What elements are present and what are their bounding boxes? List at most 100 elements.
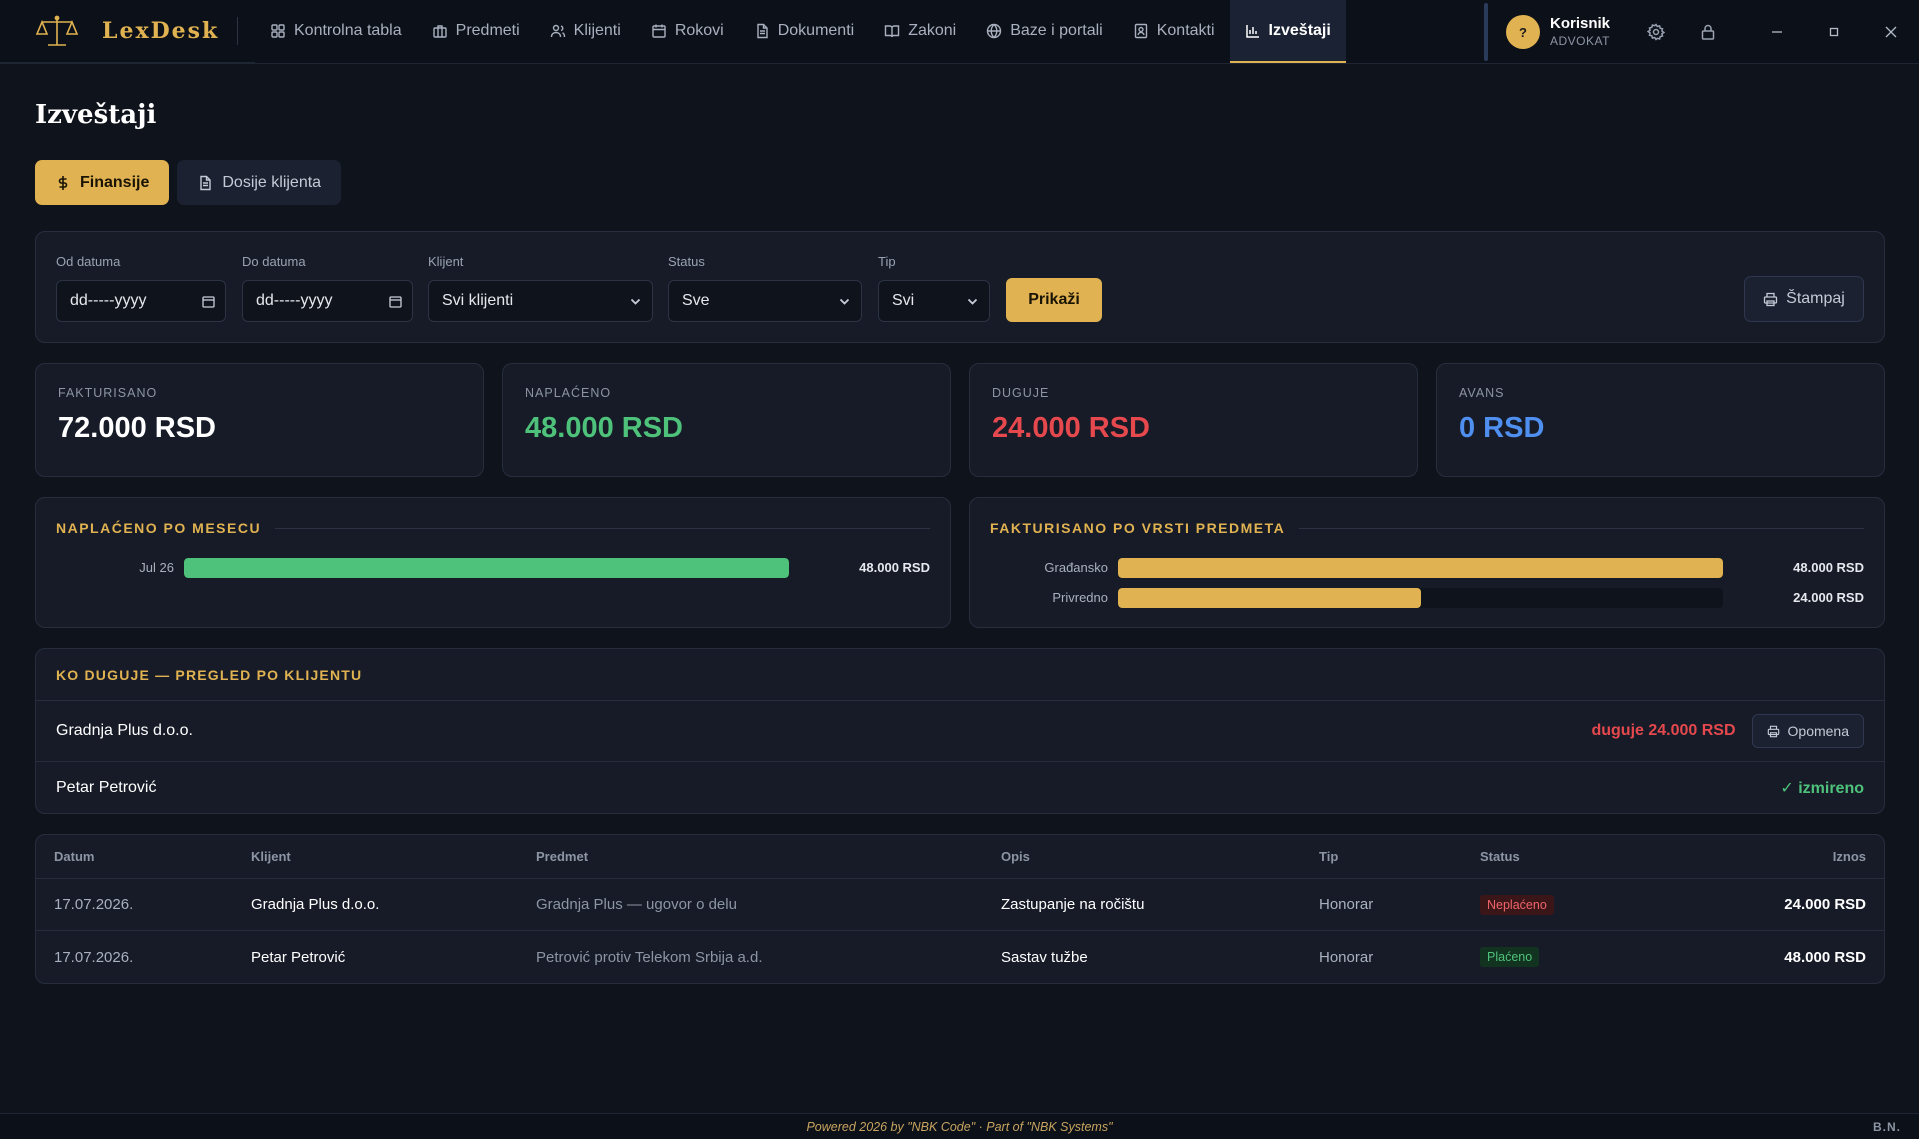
page-title: Izveštaji bbox=[35, 100, 157, 130]
cell-client: Gradnja Plus d.o.o. bbox=[251, 896, 380, 913]
bar bbox=[184, 558, 789, 578]
table-header: Datum Klijent Predmet Opis Tip Status Iz… bbox=[36, 835, 1884, 879]
stat-label: DUGUJE bbox=[992, 386, 1050, 400]
cell-type: Honorar bbox=[1319, 896, 1374, 913]
nav-clients[interactable]: Klijenti bbox=[535, 0, 636, 63]
brand-name: LexDesk bbox=[102, 18, 220, 44]
nav-contacts[interactable]: Kontakti bbox=[1118, 0, 1230, 63]
to-date-input[interactable]: dd-----yyyy bbox=[242, 280, 413, 322]
report-tabs: Finansije Dosije klijenta bbox=[35, 160, 1885, 205]
bar-category-label: Jul 26 bbox=[139, 560, 174, 575]
from-date-field: Od datuma dd-----yyyy bbox=[56, 254, 226, 322]
chevron-down-icon bbox=[967, 298, 978, 305]
column-header[interactable]: Tip bbox=[1319, 849, 1480, 864]
user-menu[interactable]: ? Korisnik ADVOKAT bbox=[1506, 15, 1630, 49]
nav-label: Dokumenti bbox=[777, 21, 855, 39]
print-button[interactable]: Štampaj bbox=[1744, 276, 1864, 322]
status-badge: Plaćeno bbox=[1480, 947, 1540, 967]
lock-button[interactable] bbox=[1682, 6, 1734, 58]
cell-date: 17.07.2026. bbox=[54, 948, 134, 966]
bar-row: Privredno 24.000 RSD bbox=[970, 588, 1884, 608]
column-header[interactable]: Datum bbox=[54, 849, 251, 864]
bar-category-label: Građansko bbox=[1044, 560, 1108, 575]
nav-reports[interactable]: Izveštaji bbox=[1229, 0, 1346, 63]
nav-documents[interactable]: Dokumenti bbox=[739, 0, 869, 63]
stat-cards: FAKTURISANO 72.000 RSD NAPLAĆENO 48.000 … bbox=[35, 363, 1885, 477]
maximize-button[interactable] bbox=[1805, 0, 1862, 64]
bar-value-label: 48.000 RSD bbox=[859, 560, 930, 575]
brand[interactable]: LexDesk bbox=[0, 0, 255, 63]
cell-case: Gradnja Plus — ugovor o delu bbox=[536, 896, 737, 913]
bar-value-label: 24.000 RSD bbox=[1793, 590, 1864, 605]
header-right: ? Korisnik ADVOKAT bbox=[1484, 0, 1919, 64]
cell-status: Neplaćeno bbox=[1480, 894, 1680, 915]
header-divider bbox=[1484, 3, 1488, 61]
type-field: Tip Svi bbox=[878, 254, 990, 322]
to-date-field: Do datuma dd-----yyyy bbox=[242, 254, 413, 322]
table-row[interactable]: 17.07.2026. Petar Petrović Petrović prot… bbox=[36, 931, 1884, 983]
chart-title-rule bbox=[275, 527, 930, 529]
calendar-icon bbox=[389, 295, 402, 308]
stat-label: FAKTURISANO bbox=[58, 386, 158, 400]
minimize-button[interactable] bbox=[1748, 0, 1805, 64]
avatar: ? bbox=[1506, 15, 1540, 49]
status-badge: Neplaćeno bbox=[1480, 894, 1554, 915]
close-button[interactable] bbox=[1862, 0, 1919, 64]
globe-icon bbox=[987, 23, 1002, 38]
table-row[interactable]: 17.07.2026. Gradnja Plus d.o.o. Gradnja … bbox=[36, 879, 1884, 931]
nav-deadlines[interactable]: Rokovi bbox=[636, 0, 739, 63]
nav-label: Rokovi bbox=[674, 21, 724, 39]
chart-invoiced-by-case-type: FAKTURISANO PO VRSTI PREDMETA Građansko 4… bbox=[969, 497, 1885, 628]
nav-laws[interactable]: Zakoni bbox=[869, 0, 971, 63]
client-field: Klijent Svi klijenti bbox=[428, 254, 653, 322]
debt-client: Petar Petrović bbox=[56, 779, 157, 796]
show-button[interactable]: Prikaži bbox=[1006, 278, 1102, 322]
bar-track bbox=[1118, 558, 1723, 578]
nav-label: Izveštaji bbox=[1268, 21, 1331, 39]
dollar-icon bbox=[58, 175, 68, 190]
lock-icon bbox=[1701, 24, 1715, 40]
stat-invoiced: FAKTURISANO 72.000 RSD bbox=[35, 363, 484, 477]
debt-row: Petar Petrović ✓ izmireno bbox=[36, 762, 1884, 814]
column-header[interactable]: Status bbox=[1480, 849, 1680, 864]
client-select[interactable]: Svi klijenti bbox=[428, 280, 653, 322]
nav-label: Predmeti bbox=[455, 21, 520, 39]
calendar-icon bbox=[202, 295, 215, 308]
footer-initials: B.N. bbox=[1873, 1120, 1901, 1134]
column-header[interactable]: Iznos bbox=[1680, 849, 1866, 864]
settings-button[interactable] bbox=[1630, 6, 1682, 58]
briefcase-icon bbox=[432, 24, 447, 38]
stat-label: NAPLAĆENO bbox=[525, 386, 612, 400]
tab-finance[interactable]: Finansije bbox=[35, 160, 170, 205]
debts-panel: KO DUGUJE — PREGLED PO KLIJENTU Gradnja … bbox=[35, 648, 1885, 814]
field-label: Status bbox=[668, 254, 705, 269]
cell-description: Sastav tužbe bbox=[1001, 948, 1088, 966]
footer: Powered 2026 by "NBK Code" · Part of "NB… bbox=[0, 1113, 1919, 1139]
select-value: Sve bbox=[682, 292, 710, 309]
nav-dashboard[interactable]: Kontrolna tabla bbox=[255, 0, 417, 63]
type-select[interactable]: Svi bbox=[878, 280, 990, 322]
column-header[interactable]: Predmet bbox=[536, 849, 1001, 864]
printer-icon bbox=[1767, 725, 1779, 737]
gear-icon bbox=[1647, 23, 1665, 41]
column-header[interactable]: Opis bbox=[1001, 849, 1319, 864]
document-icon bbox=[757, 23, 768, 38]
cell-amount: 48.000 RSD bbox=[1784, 948, 1866, 966]
field-label: Tip bbox=[878, 254, 896, 269]
select-value: Svi bbox=[892, 292, 915, 309]
debt-client: Gradnja Plus d.o.o. bbox=[56, 722, 193, 739]
main-content: Izveštaji Finansije Dosije klijenta Od d… bbox=[35, 64, 1885, 984]
status-select[interactable]: Sve bbox=[668, 280, 862, 322]
chevron-down-icon bbox=[630, 298, 641, 305]
nav-cases[interactable]: Predmeti bbox=[417, 0, 535, 63]
reminder-button[interactable]: Opomena bbox=[1751, 714, 1864, 748]
printer-icon bbox=[1763, 292, 1778, 306]
from-date-input[interactable]: dd-----yyyy bbox=[56, 280, 226, 322]
column-header[interactable]: Klijent bbox=[251, 849, 536, 864]
stat-value: 0 RSD bbox=[1459, 412, 1545, 444]
debt-row: Gradnja Plus d.o.o. duguje 24.000 RSD Op… bbox=[36, 701, 1884, 762]
tab-client-dossier[interactable]: Dosije klijenta bbox=[177, 160, 342, 205]
field-label: Do datuma bbox=[242, 254, 306, 269]
nav-databases[interactable]: Baze i portali bbox=[971, 0, 1118, 63]
stat-collected: NAPLAĆENO 48.000 RSD bbox=[502, 363, 951, 477]
